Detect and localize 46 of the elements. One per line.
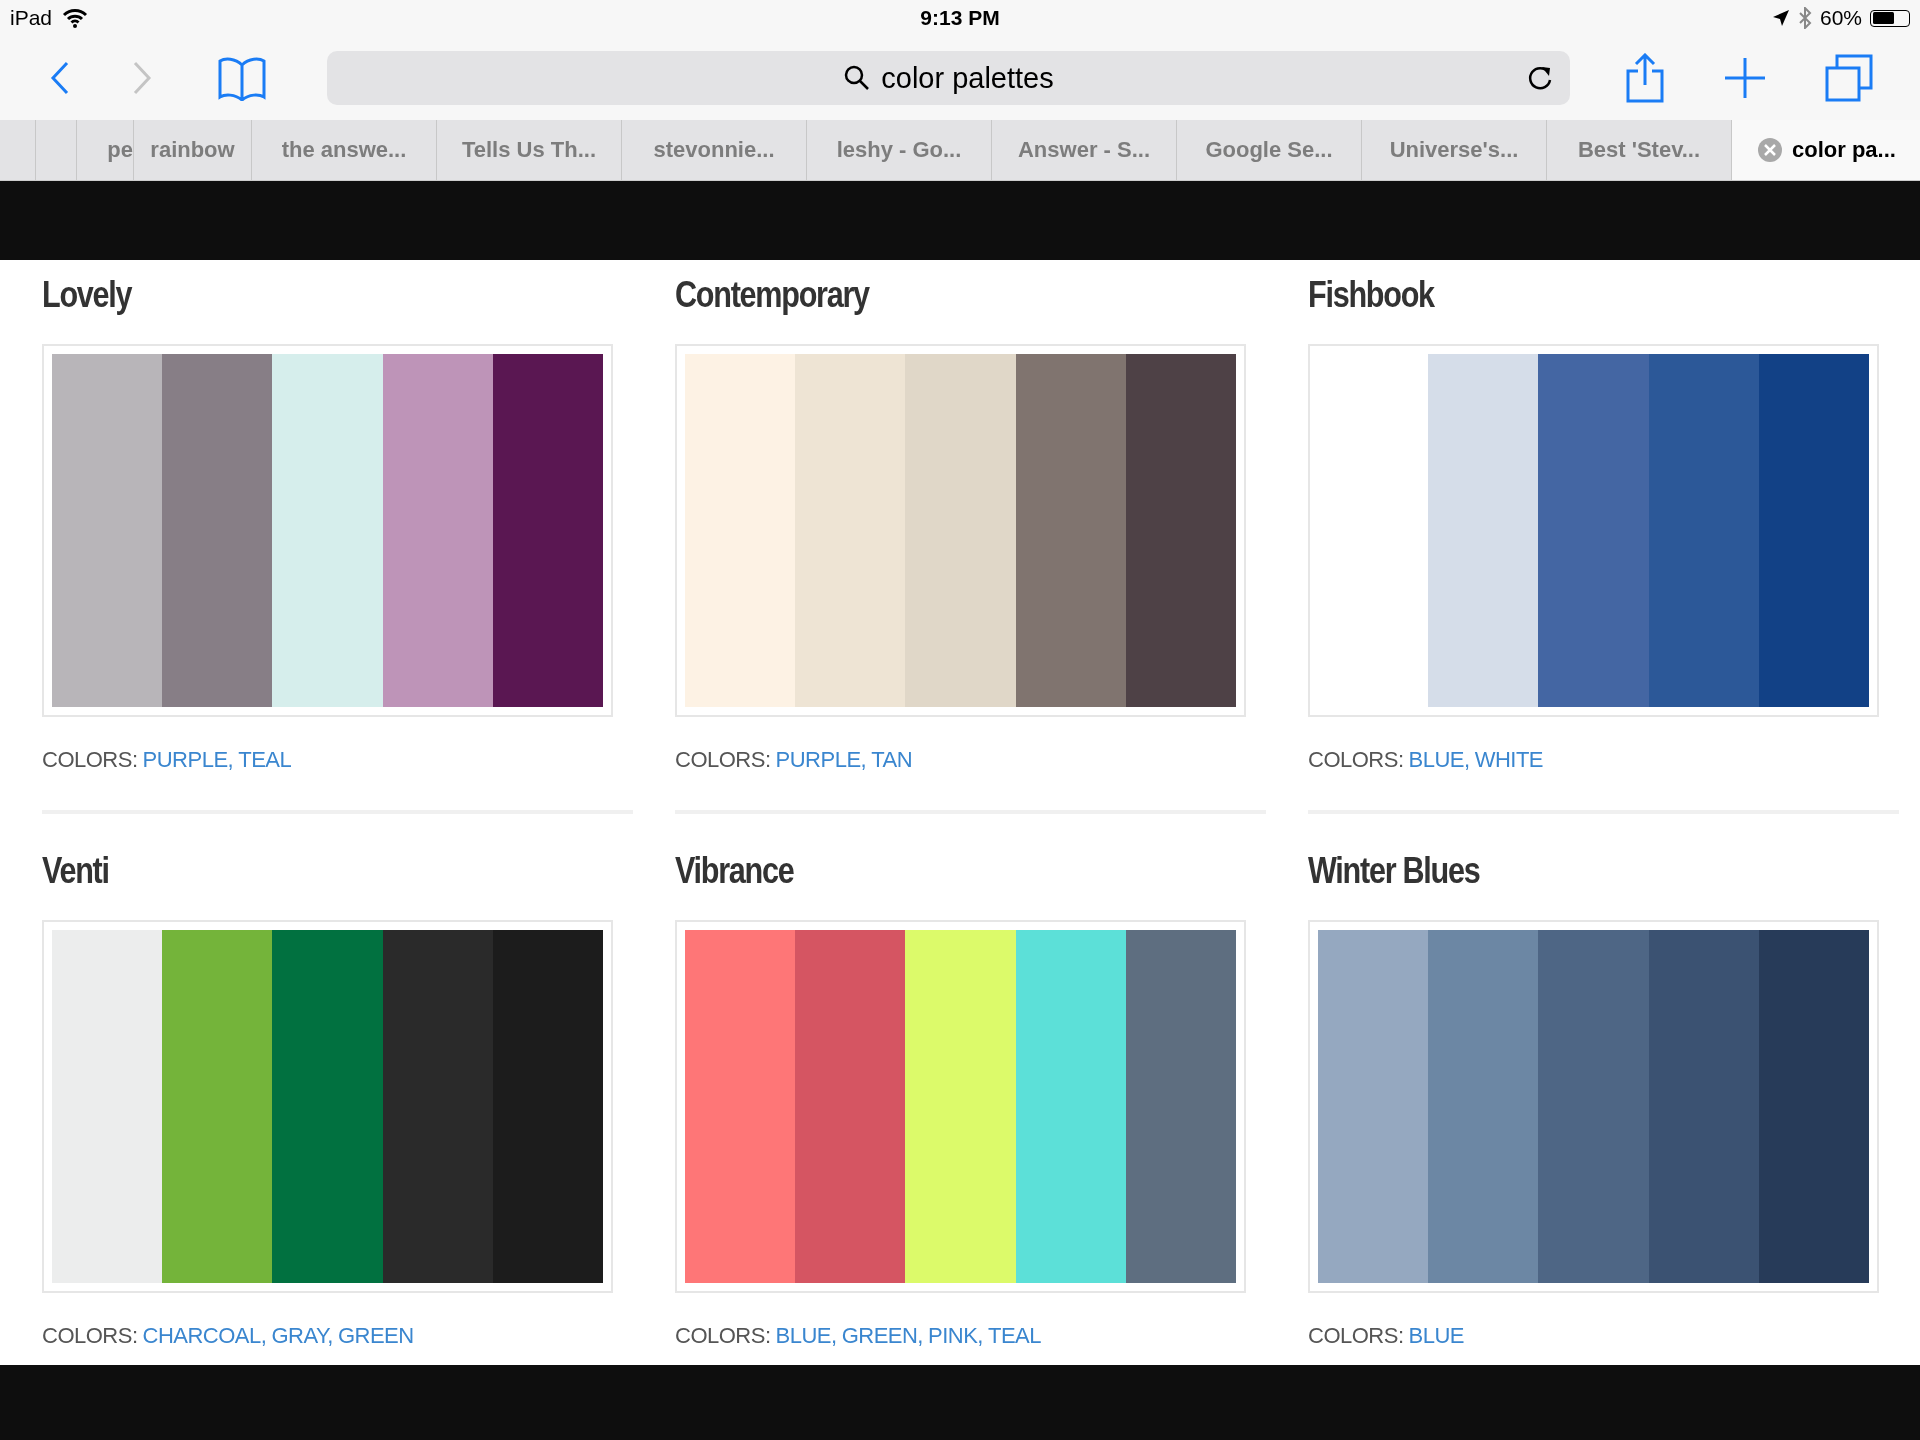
- reload-icon[interactable]: [1526, 64, 1554, 92]
- palette-title: Fishbook: [1308, 274, 1434, 317]
- color-tag-link[interactable]: TEAL: [238, 747, 292, 773]
- address-bar[interactable]: color palettes: [327, 51, 1570, 105]
- new-tab-button[interactable]: [1725, 58, 1765, 98]
- browser-tab[interactable]: color pa...: [1732, 120, 1920, 180]
- palette-title: Lovely: [42, 274, 132, 317]
- palette-card[interactable]: [42, 920, 613, 1293]
- colors-label: COLORS:: [1308, 747, 1404, 773]
- colors-label: COLORS:: [675, 1323, 771, 1349]
- palette-card[interactable]: [1308, 920, 1879, 1293]
- color-tag-link[interactable]: BLUE,: [775, 1323, 837, 1349]
- color-tag-link[interactable]: CHARCOAL,: [142, 1323, 267, 1349]
- colors-label: COLORS:: [675, 747, 771, 773]
- battery-icon: [1870, 9, 1910, 27]
- tabs-button[interactable]: [1825, 54, 1873, 102]
- color-tag-link[interactable]: GREEN: [337, 1323, 414, 1349]
- palette-title: Venti: [42, 850, 109, 893]
- color-tag-link[interactable]: WHITE: [1474, 747, 1543, 773]
- color-tag-link[interactable]: PURPLE,: [775, 747, 867, 773]
- color-tag-link[interactable]: GRAY,: [271, 1323, 333, 1349]
- bluetooth-icon: [1797, 7, 1812, 29]
- color-tag-link[interactable]: TAN: [871, 747, 913, 773]
- color-tag-link[interactable]: PURPLE,: [142, 747, 234, 773]
- palette-card[interactable]: [42, 344, 613, 717]
- battery-percent: 60%: [1819, 6, 1862, 30]
- wifi-icon: [62, 8, 89, 28]
- device-name: iPad: [10, 6, 53, 30]
- palette-title: Contemporary: [675, 274, 869, 317]
- location-arrow-icon: [1771, 9, 1790, 27]
- share-button[interactable]: [1625, 53, 1665, 103]
- palette-card[interactable]: [1308, 344, 1879, 717]
- palette-title: Winter Blues: [1308, 850, 1480, 893]
- back-button[interactable]: [50, 61, 70, 95]
- bookmarks-button[interactable]: [217, 55, 267, 101]
- colors-label: COLORS:: [1308, 1323, 1404, 1349]
- color-tag-link[interactable]: PINK,: [928, 1323, 983, 1349]
- clock: 9:13 PM: [920, 6, 1000, 29]
- color-tag-link[interactable]: TEAL: [987, 1323, 1041, 1349]
- color-tag-link[interactable]: BLUE,: [1408, 747, 1470, 773]
- palette-card[interactable]: [675, 344, 1246, 717]
- colors-label: COLORS:: [42, 1323, 138, 1349]
- colors-label: COLORS:: [42, 747, 138, 773]
- color-tag-link[interactable]: GREEN,: [841, 1323, 923, 1349]
- color-tag-link[interactable]: BLUE: [1408, 1323, 1464, 1349]
- palette-title: Vibrance: [675, 850, 794, 893]
